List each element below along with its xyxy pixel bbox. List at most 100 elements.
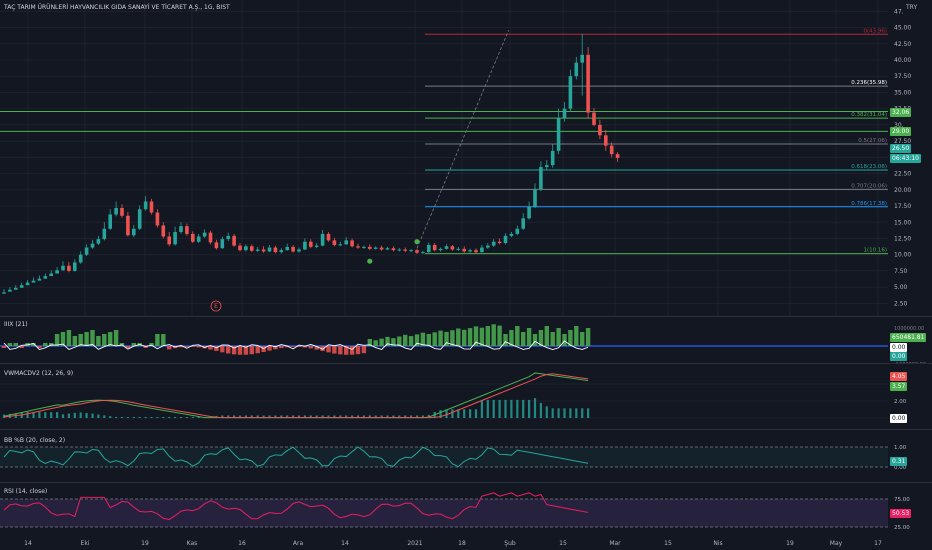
signal-marker (367, 258, 373, 264)
price-tag: 26.50 (890, 143, 912, 153)
candle-body (604, 135, 608, 146)
candle-body (173, 231, 177, 245)
indicator-tag: 650481.81 (890, 333, 927, 342)
vwmacd-title[interactable]: VWMACDV2 (12, 26, 9) (4, 370, 73, 377)
candle-body (120, 207, 124, 216)
iiix-title[interactable]: IIIX (21) (4, 321, 28, 328)
bb-title[interactable]: BB %B (20, close, 2) (4, 437, 65, 444)
iiix-bar (78, 334, 83, 346)
iiix-bar (479, 327, 485, 346)
candle-body (196, 236, 201, 242)
candle (586, 47, 590, 119)
main-price-pane[interactable]: 0(43.96) 0.236(35.98) 0.382(31.04) 0.5(27.0… (0, 0, 932, 316)
candle-body (14, 287, 18, 290)
candle-body (456, 248, 461, 250)
candle-body (149, 201, 154, 213)
candle (598, 119, 602, 140)
iiix-bar (526, 328, 532, 346)
candle (450, 244, 455, 251)
candle (238, 243, 242, 252)
iiix-bar (13, 343, 18, 346)
candle (96, 235, 101, 245)
candle (373, 246, 378, 250)
candle (108, 209, 112, 231)
fib-level-label: 0.618(23.06) (851, 164, 887, 170)
iiix-bar (267, 346, 272, 351)
iiix-indicator-pane[interactable]: 1000000.000.00-1000000.00 IIIX (21) 6504… (0, 316, 932, 363)
candle (314, 243, 319, 249)
candle (2, 289, 6, 294)
currency-label[interactable]: TRY (906, 4, 917, 11)
vwmacd-histogram-bar (581, 408, 584, 418)
vwmacd-histogram-bar (492, 399, 495, 418)
candle (273, 245, 278, 254)
vwmacd-axis-tick: 2.00 (894, 399, 907, 405)
iiix-bar (550, 332, 555, 346)
candle-body (397, 249, 402, 251)
iiix-bar (7, 343, 13, 346)
vwmacd-histogram-bar (79, 412, 82, 418)
candle-body (191, 233, 195, 242)
candle (480, 244, 484, 253)
price-axis-tick: 15.00 (894, 219, 911, 226)
iiix-bar (279, 346, 284, 349)
iiix-bar (385, 336, 390, 346)
iiix-bar (462, 329, 467, 346)
vwmacd-indicator-pane[interactable]: 4.002.000.00 VWMACDV2 (12, 26, 9) 4.053.… (0, 363, 932, 429)
price-axis-tick: 37.50 (894, 73, 911, 80)
candle (486, 243, 490, 249)
candle (179, 222, 183, 234)
iiix-bar (184, 346, 190, 347)
candle (609, 142, 614, 158)
iiix-bar (72, 336, 77, 346)
candle (291, 244, 295, 253)
candle-body (214, 242, 219, 249)
iiix-bar (379, 338, 384, 346)
iiix-bar (467, 328, 473, 346)
fib-level-label: 1(10.16) (863, 248, 887, 254)
bb-percent-b-pane[interactable]: 1.00 0.00 BB %B (20, close, 2) 0.31 (0, 429, 932, 482)
time-axis-label: 14 (341, 540, 349, 547)
iiix-bar (491, 324, 496, 346)
signal-marker (414, 239, 420, 245)
fib-level-label: 0(43.96) (863, 28, 887, 34)
vwmacd-histogram-bar (510, 399, 513, 418)
candle-body (332, 240, 337, 245)
vwmacd-histogram-bar (50, 412, 53, 418)
vwmacd-histogram-bar (103, 415, 106, 418)
fib-level-label: 0.236(35.98) (851, 80, 887, 86)
iiix-bar (403, 334, 408, 346)
candle-body (84, 247, 89, 255)
vwmacd-histogram-bar (528, 399, 531, 418)
iiix-bar (361, 346, 367, 354)
candle (468, 248, 472, 253)
time-axis-label: 17 (874, 540, 882, 547)
candle (196, 233, 201, 244)
rsi-title[interactable]: RSI (14, close) (4, 488, 47, 495)
time-axis[interactable]: 14 Eki 19 Kas 16 Ara 14 2021 18 Şub 15 Mar 15 Nis 19 Ma… (0, 535, 932, 550)
vwmacd-histogram-bar (551, 408, 554, 418)
vwmacd-histogram-bar (451, 409, 454, 418)
candlestick-chart[interactable]: 0(43.96) 0.236(35.98) 0.382(31.04) 0.5(27.0… (0, 0, 932, 316)
candle (385, 246, 390, 251)
candle (232, 233, 236, 247)
iiix-histogram: 1000000.000.00-1000000.00 (0, 324, 926, 363)
candle-body (49, 273, 53, 277)
candle-body (598, 124, 602, 136)
price-axis-tick: 10.00 (894, 252, 911, 259)
bb-axis-tick: 1.00 (894, 445, 907, 451)
candle (604, 130, 608, 151)
candle (309, 239, 313, 249)
candle-body (521, 218, 525, 229)
candle (285, 243, 289, 251)
candle (497, 238, 502, 245)
candle-body (486, 245, 490, 248)
vwmacd-histogram-bar (120, 417, 124, 418)
candle-body (220, 239, 225, 249)
fib-level-label: 0.5(27.06) (858, 138, 887, 144)
candle (444, 244, 449, 250)
rsi-pane[interactable]: 75.00 25.00 RSI (14, close) 50.53 (0, 482, 932, 535)
candle-body (350, 240, 354, 247)
candle-body (356, 246, 360, 248)
candle (539, 161, 543, 192)
